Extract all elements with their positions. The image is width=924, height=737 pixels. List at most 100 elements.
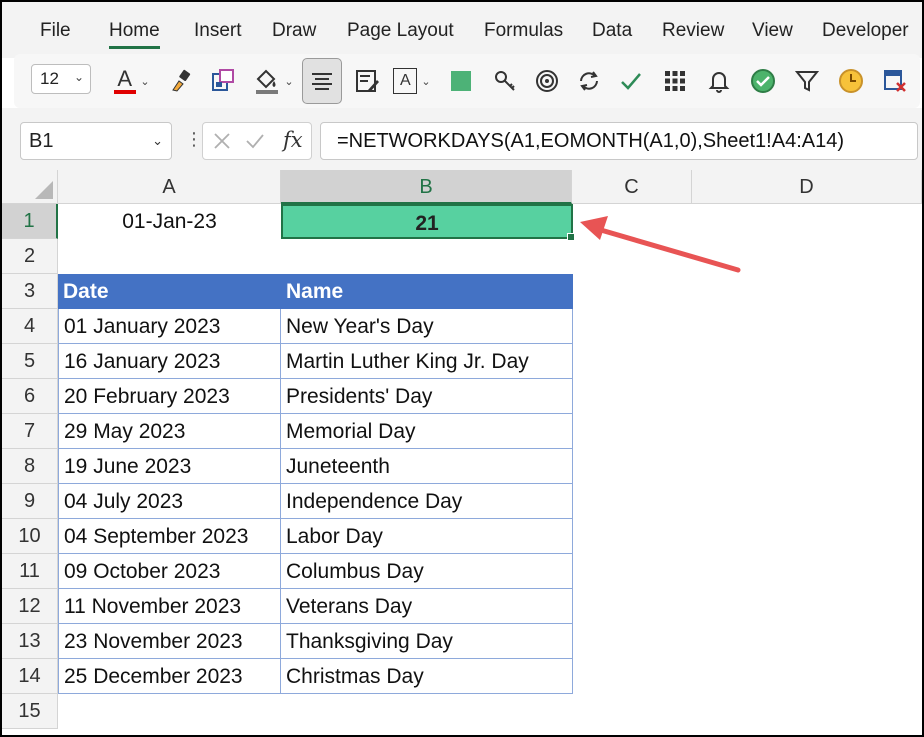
menu-developer[interactable]: Developer [822, 20, 909, 42]
menu-insert[interactable]: Insert [194, 20, 242, 42]
table-cell-name[interactable]: Martin Luther King Jr. Day [281, 344, 573, 379]
key-button[interactable] [488, 54, 522, 108]
row-header-7[interactable]: 7 [2, 414, 58, 449]
table-cell-name[interactable]: Columbus Day [281, 554, 573, 589]
cancel-icon[interactable] [213, 132, 231, 150]
row-header-4[interactable]: 4 [2, 309, 58, 344]
bell-button[interactable] [702, 54, 736, 108]
row-header-12[interactable]: 12 [2, 589, 58, 624]
insert-function-icon[interactable]: fx [283, 128, 303, 152]
menu-review[interactable]: Review [662, 20, 724, 42]
more-options-icon[interactable]: ⋮ [185, 130, 203, 148]
table-cell-name[interactable]: Independence Day [281, 484, 573, 519]
refresh-button[interactable] [572, 54, 606, 108]
name-box-value: B1 [29, 130, 54, 152]
table-cell-date[interactable]: 04 September 2023 [58, 519, 281, 554]
row-header-10[interactable]: 10 [2, 519, 58, 554]
column-header-d[interactable]: D [692, 170, 922, 204]
row-header-1[interactable]: 1 [2, 204, 58, 239]
formula-input[interactable]: =NETWORKDAYS(A1,EOMONTH(A1,0),Sheet1!A4:… [320, 122, 918, 160]
menu-page-layout[interactable]: Page Layout [347, 20, 454, 42]
table-cell-name[interactable]: Labor Day [281, 519, 573, 554]
spreadsheet-grid: A B C D 1 2 3 4 5 6 7 8 9 10 11 12 13 14 15 01-Jan-23 … [2, 170, 922, 737]
menu-data[interactable]: Data [592, 20, 632, 42]
form-button[interactable] [350, 54, 384, 108]
table-header-date[interactable]: Date [58, 274, 281, 309]
font-size-select[interactable]: 12 ⌄ [31, 64, 91, 94]
table-cell-name[interactable]: Christmas Day [281, 659, 573, 694]
table-cell-date[interactable]: 29 May 2023 [58, 414, 281, 449]
menu-draw[interactable]: Draw [272, 20, 316, 42]
check-button[interactable] [614, 54, 648, 108]
table-cell-name[interactable]: Presidents' Day [281, 379, 573, 414]
column-header-b[interactable]: B [281, 170, 572, 204]
table-cell-date[interactable]: 09 October 2023 [58, 554, 281, 589]
chevron-down-icon: ⌄ [140, 75, 150, 88]
row-header-8[interactable]: 8 [2, 449, 58, 484]
select-all-corner[interactable] [2, 170, 58, 204]
table-cell-date[interactable]: 16 January 2023 [58, 344, 281, 379]
menu-view[interactable]: View [752, 20, 793, 42]
grid-button[interactable] [658, 54, 692, 108]
text-box-icon: A [393, 68, 418, 94]
row-header-5[interactable]: 5 [2, 344, 58, 379]
row-header-13[interactable]: 13 [2, 624, 58, 659]
table-cell-date[interactable]: 19 June 2023 [58, 449, 281, 484]
object-icon [212, 69, 234, 91]
object-button[interactable] [206, 54, 240, 108]
filter-button[interactable] [790, 54, 824, 108]
menu-home[interactable]: Home [109, 20, 160, 49]
align-center-button[interactable] [302, 58, 342, 104]
row-header-9[interactable]: 9 [2, 484, 58, 519]
menu-formulas[interactable]: Formulas [484, 20, 563, 42]
formula-text: =NETWORKDAYS(A1,EOMONTH(A1,0),Sheet1!A4:… [337, 130, 845, 152]
font-color-button[interactable]: A ⌄ [110, 54, 154, 108]
row-header-15[interactable]: 15 [2, 694, 58, 729]
target-icon [536, 70, 558, 92]
table-cell-name[interactable]: New Year's Day [281, 309, 573, 344]
text-box-button[interactable]: A ⌄ [388, 54, 436, 108]
row-header-14[interactable]: 14 [2, 659, 58, 694]
remove-table-button[interactable] [878, 54, 912, 108]
font-color-letter: A [117, 66, 133, 91]
menu-bar: File Home Insert Draw Page Layout Formul… [2, 2, 922, 58]
form-icon [356, 70, 379, 92]
bell-icon [708, 72, 730, 93]
row-header-3[interactable]: 3 [2, 274, 58, 309]
column-header-a[interactable]: A [58, 170, 281, 204]
table-cell-name[interactable]: Veterans Day [281, 589, 573, 624]
enter-icon[interactable] [245, 132, 265, 150]
cell-a1[interactable]: 01-Jan-23 [58, 204, 281, 239]
row-header-11[interactable]: 11 [2, 554, 58, 589]
table-header-name[interactable]: Name [281, 274, 573, 309]
check-icon [621, 73, 641, 90]
chevron-down-icon: ⌄ [152, 133, 163, 148]
column-header-c[interactable]: C [572, 170, 692, 204]
annotation-arrow [580, 216, 741, 273]
table-cell-date[interactable]: 23 November 2023 [58, 624, 281, 659]
name-box[interactable]: B1 ⌄ [20, 122, 172, 160]
target-button[interactable] [530, 54, 564, 108]
menu-file[interactable]: File [40, 20, 71, 42]
ribbon-toolbar: 12 ⌄ A ⌄ ⌄ A ⌄ [14, 54, 920, 108]
table-cell-date[interactable]: 25 December 2023 [58, 659, 281, 694]
table-cell-date[interactable]: 11 November 2023 [58, 589, 281, 624]
green-fill-icon [451, 71, 471, 91]
table-cell-name[interactable]: Thanksgiving Day [281, 624, 573, 659]
table-cell-name[interactable]: Juneteenth [281, 449, 573, 484]
clock-button[interactable] [834, 54, 868, 108]
table-cell-date[interactable]: 04 July 2023 [58, 484, 281, 519]
fill-color-button[interactable]: ⌄ [250, 54, 298, 108]
table-cell-name[interactable]: Memorial Day [281, 414, 573, 449]
green-check-circle-button[interactable] [746, 54, 780, 108]
row-header-2[interactable]: 2 [2, 239, 58, 274]
key-icon [495, 71, 515, 91]
cell-b1-result[interactable]: 21 [281, 204, 575, 241]
table-cell-date[interactable]: 01 January 2023 [58, 309, 281, 344]
green-fill-button[interactable] [444, 54, 478, 108]
format-painter-button[interactable] [164, 54, 198, 108]
font-color-icon: A [114, 66, 137, 96]
clock-icon [839, 69, 863, 93]
table-cell-date[interactable]: 20 February 2023 [58, 379, 281, 414]
row-header-6[interactable]: 6 [2, 379, 58, 414]
